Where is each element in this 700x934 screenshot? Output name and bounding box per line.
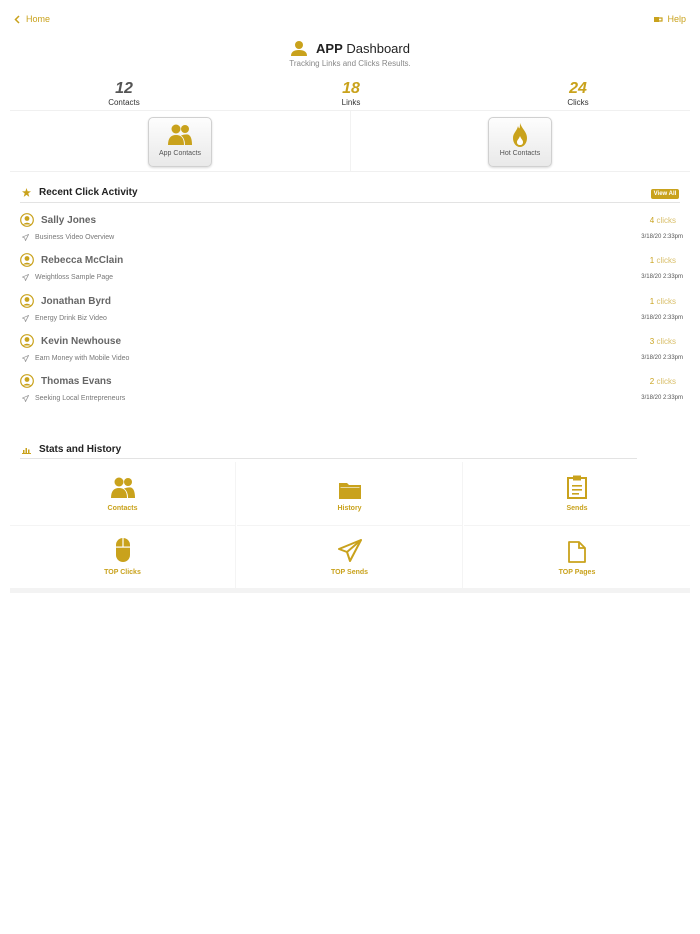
click-timestamp: 3/18/20 2:33pm — [641, 234, 683, 240]
page-title: Weightloss Sample Page — [35, 274, 114, 282]
cell-label: TOP Pages — [558, 569, 596, 576]
send-icon — [22, 274, 29, 282]
click-timestamp: 3/18/20 2:33pm — [641, 314, 683, 321]
hot-contacts-button[interactable]: Hot Contacts — [488, 117, 552, 167]
top-sends-cell[interactable]: TOP Sends — [237, 526, 463, 590]
stat-label: Links — [341, 98, 361, 107]
stat-value: 12 — [115, 80, 133, 97]
send-icon — [22, 354, 29, 362]
section-title: Stats and History — [39, 444, 122, 455]
page-title: Earn Money with Mobile Video — [35, 354, 130, 362]
star-icon — [22, 188, 31, 197]
divider — [350, 111, 351, 171]
top-nav: Home Help — [0, 14, 700, 30]
chevron-left-icon — [14, 14, 20, 24]
cell-label: TOP Sends — [330, 569, 369, 576]
stat-label: Contacts — [108, 98, 140, 107]
tile-label: App Contacts — [158, 150, 202, 157]
divider — [20, 458, 637, 459]
click-count: 2 clicks — [649, 377, 676, 387]
avatar-icon — [20, 213, 34, 227]
avatar-icon — [20, 253, 34, 268]
page-title: APP Dashboard — [316, 40, 410, 56]
click-timestamp: 3/18/20 2:33pm — [641, 354, 683, 361]
quick-tiles: App Contacts Hot Contacts — [10, 110, 690, 172]
activity-row[interactable]: Kevin Newhouse 3 clicks Earn Money with Mo… — [0, 333, 700, 374]
send-icon — [22, 395, 29, 403]
contacts-cell[interactable]: Contacts — [10, 462, 236, 526]
click-count: 1 clicks — [649, 256, 676, 266]
recent-activity-heading: Recent Click Activity — [22, 187, 138, 198]
stat-value: 24 — [569, 80, 587, 97]
cell-label: TOP Clicks — [104, 569, 141, 576]
bar-chart-icon — [22, 446, 31, 454]
click-timestamp: 3/18/20 2:33pm — [641, 395, 683, 402]
avatar-icon — [20, 293, 34, 308]
page-link: Earn Money with Mobile Video — [22, 354, 130, 362]
view-all-button[interactable]: View All — [651, 189, 679, 199]
home-link-label: Home — [26, 14, 51, 24]
help-link[interactable]: Help — [654, 14, 686, 24]
page-title: Seeking Local Entrepreneurs — [35, 395, 126, 403]
avatar-icon — [20, 374, 34, 389]
top-pages-cell[interactable]: TOP Pages — [464, 526, 690, 590]
activity-row[interactable]: Rebecca McClain 1 clicks Weightloss Sample… — [0, 253, 700, 293]
divider — [20, 202, 680, 203]
contact-name: Jonathan Byrd — [41, 295, 112, 307]
user-icon — [290, 40, 308, 56]
folder-icon — [237, 462, 462, 502]
click-timestamp: 3/18/20 2:33pm — [641, 274, 683, 281]
stat-label: Clicks — [567, 98, 589, 107]
send-icon — [22, 314, 29, 322]
sends-cell[interactable]: Sends — [464, 462, 690, 526]
page-link: Weightloss Sample Page — [22, 274, 114, 282]
document-icon — [464, 526, 690, 566]
mouse-icon — [10, 526, 235, 566]
clipboard-icon — [464, 462, 690, 502]
flame-icon — [489, 118, 551, 148]
users-icon — [10, 462, 235, 502]
stat-contacts: 12 Contacts — [84, 80, 164, 107]
help-link-label: Help — [667, 14, 686, 24]
page-link: Seeking Local Entrepreneurs — [22, 395, 126, 403]
history-cell[interactable]: History — [237, 462, 463, 526]
home-link[interactable]: Home — [14, 14, 50, 24]
page-link: Energy Drink Biz Video — [22, 314, 107, 322]
contact-name: Kevin Newhouse — [41, 335, 122, 347]
page-header: APP Dashboard Tracking Links and Clicks … — [0, 40, 700, 69]
tile-label: Hot Contacts — [499, 150, 541, 157]
click-count: 4 clicks — [649, 216, 676, 225]
avatar-icon — [20, 333, 34, 348]
activity-row[interactable]: Thomas Evans 2 clicks Seeking Local Entrep… — [0, 374, 700, 414]
click-count: 1 clicks — [649, 296, 676, 306]
help-icon — [654, 15, 664, 23]
users-icon — [149, 118, 211, 148]
page-link: Business Video Overview — [22, 234, 114, 241]
contact-name: Thomas Evans — [41, 376, 112, 388]
page-title: Business Video Overview — [35, 234, 115, 241]
top-clicks-cell[interactable]: TOP Clicks — [10, 526, 236, 590]
cell-label: History — [337, 505, 362, 512]
stat-value: 18 — [342, 80, 360, 97]
send-icon — [22, 234, 29, 241]
grid-footer-bar — [10, 588, 690, 593]
stats-history-grid: Contacts History Sends TOP Clicks TOP Se… — [10, 462, 690, 592]
stat-links: 18 Links — [311, 80, 391, 107]
cell-label: Contacts — [107, 505, 138, 512]
contact-name: Rebecca McClain — [41, 255, 124, 267]
cell-label: Sends — [566, 505, 588, 512]
activity-row[interactable]: Sally Jones 4 clicks Business Video Overvi… — [0, 213, 700, 253]
contact-name: Sally Jones — [41, 215, 97, 226]
app-contacts-button[interactable]: App Contacts — [148, 117, 212, 167]
section-title: Recent Click Activity — [39, 187, 138, 198]
page-subtitle: Tracking Links and Clicks Results. — [289, 59, 411, 68]
paper-plane-icon — [237, 526, 462, 566]
stats-history-heading: Stats and History — [22, 444, 121, 455]
stat-clicks: 24 Clicks — [538, 80, 618, 107]
click-count: 3 clicks — [649, 336, 676, 346]
page-title: Energy Drink Biz Video — [35, 314, 107, 322]
activity-row[interactable]: Jonathan Byrd 1 clicks Energy Drink Biz Vi… — [0, 293, 700, 334]
